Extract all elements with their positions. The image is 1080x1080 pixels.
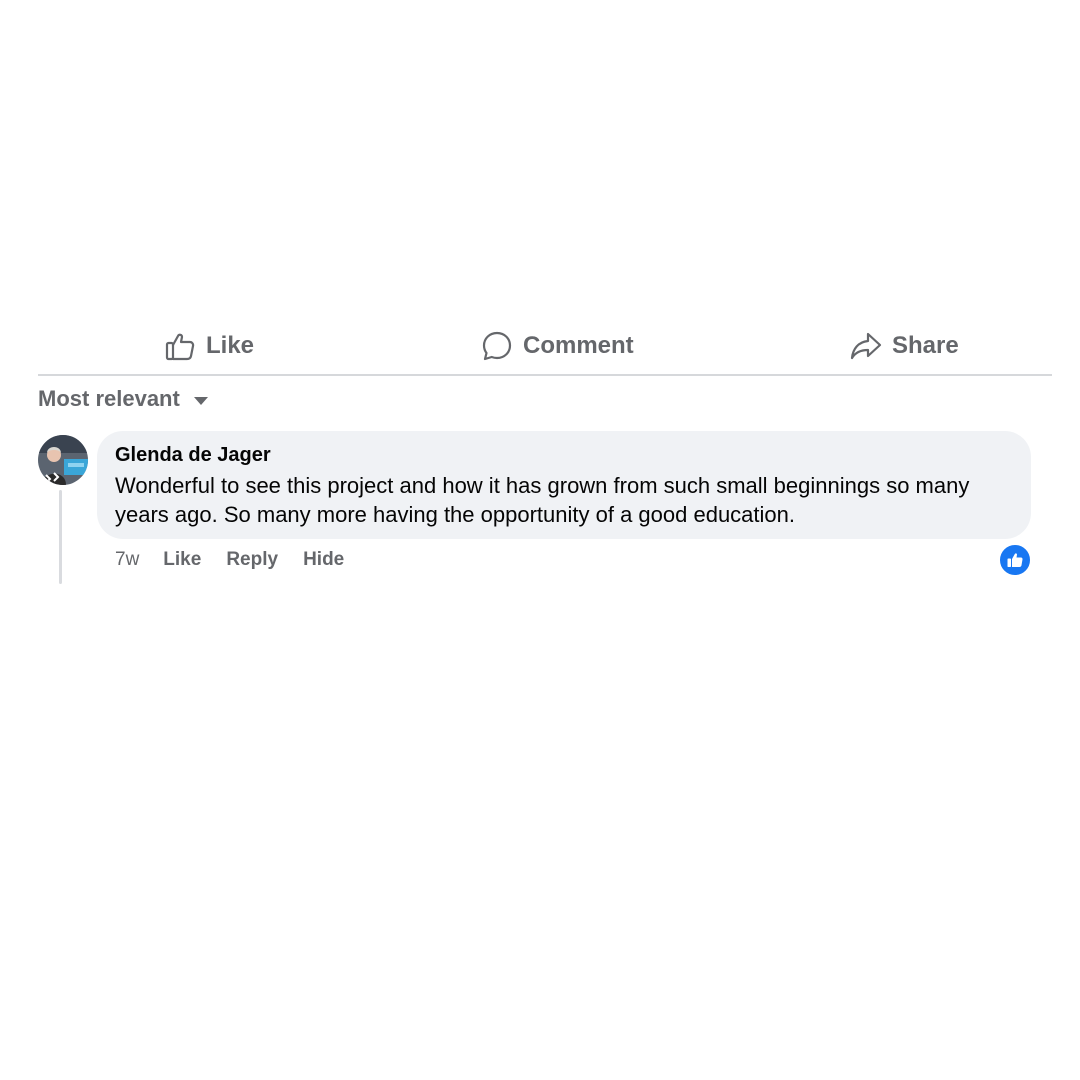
speech-bubble-icon <box>481 330 513 362</box>
thread-line <box>59 490 62 584</box>
comment-like-button[interactable]: Like <box>163 549 201 571</box>
caret-down-icon <box>193 397 208 405</box>
reaction-badge[interactable] <box>999 544 1031 576</box>
comment-button[interactable]: Comment <box>481 326 634 366</box>
comment-text: Wonderful to see this project and how it… <box>115 473 970 527</box>
share-arrow-icon <box>850 330 882 362</box>
comment-sort-dropdown[interactable]: Most relevant <box>38 382 208 416</box>
comment-reply-button[interactable]: Reply <box>226 549 278 571</box>
comment-hide-button[interactable]: Hide <box>303 549 344 571</box>
comment-label: Comment <box>523 332 634 359</box>
share-button[interactable]: Share <box>850 326 959 366</box>
comment-author[interactable]: Glenda de Jager <box>115 443 1013 467</box>
avatar[interactable] <box>38 435 88 485</box>
thumbs-up-icon <box>164 330 196 362</box>
thumbs-up-icon <box>1006 551 1024 569</box>
like-label: Like <box>206 332 255 359</box>
comment-timestamp[interactable]: 7w <box>115 549 139 571</box>
like-button[interactable]: Like <box>164 326 254 366</box>
sort-label: Most relevant <box>38 386 180 411</box>
share-label: Share <box>892 332 959 359</box>
comment-actions: 7w Like Reply Hide <box>115 546 369 574</box>
comment-bubble: Glenda de Jager Wonderful to see this pr… <box>97 431 1031 539</box>
post-action-bar: Like Comment Share <box>38 318 1052 376</box>
